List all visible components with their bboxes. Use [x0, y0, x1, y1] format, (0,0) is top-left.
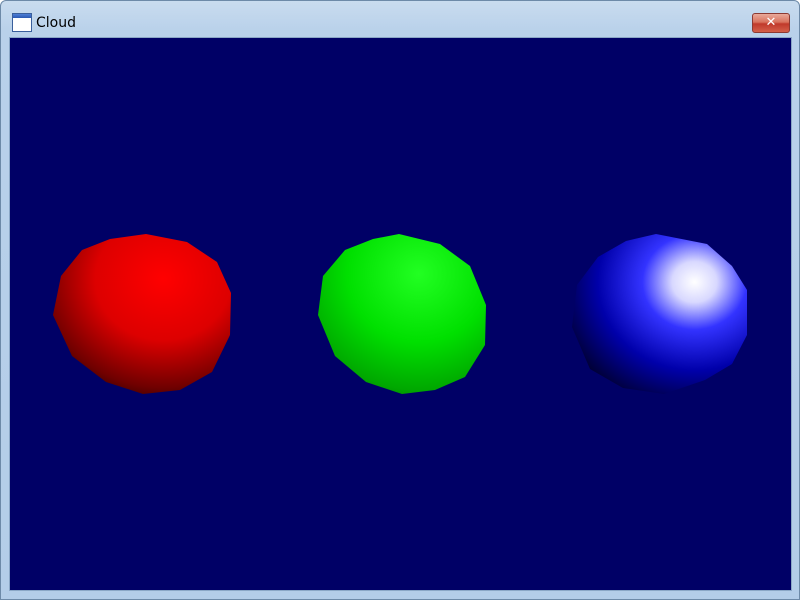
window-title: Cloud [36, 15, 76, 31]
green-sphere [318, 234, 486, 394]
app-window: Cloud ✕ [0, 0, 800, 600]
app-window-icon [12, 13, 32, 32]
render-viewport[interactable] [9, 37, 792, 591]
red-sphere [53, 234, 231, 394]
app-icon-bar [13, 14, 31, 18]
scene-canvas [53, 234, 747, 394]
close-button[interactable]: ✕ [752, 13, 790, 33]
close-icon: ✕ [765, 15, 777, 30]
title-bar[interactable]: Cloud ✕ [1, 1, 799, 37]
blue-sphere [572, 234, 747, 394]
